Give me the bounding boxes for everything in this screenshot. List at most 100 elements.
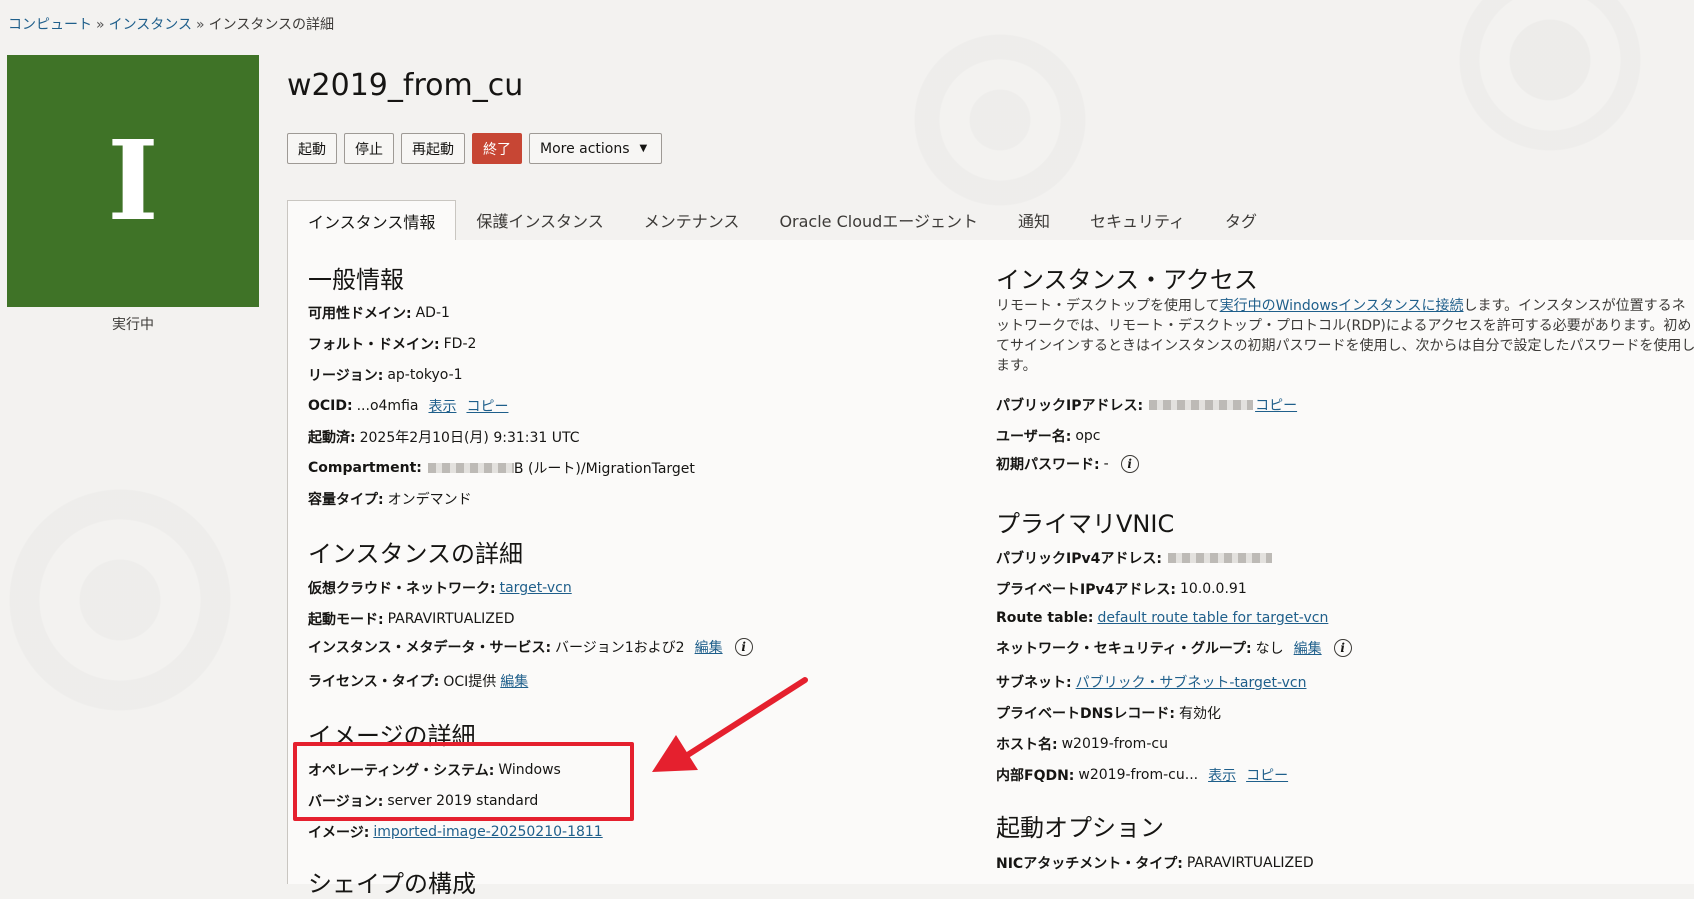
more-actions-button[interactable]: More actions ▼: [529, 133, 663, 164]
instance-avatar: I: [7, 55, 259, 307]
hostname-row: ホスト名: w2019-from-cu: [996, 734, 1168, 754]
label: 起動済:: [308, 430, 356, 446]
ocid-row: OCID: ...o4mfia 表示 コピー: [308, 396, 508, 416]
route-table-link[interactable]: default route table for target-vcn: [1097, 610, 1328, 626]
subnet-link[interactable]: パブリック・サブネット-target-vcn: [1076, 672, 1307, 692]
redacted-value: [1149, 400, 1254, 410]
value: ...o4mfia: [356, 398, 419, 414]
label: 初期パスワード:: [996, 457, 1100, 473]
image-row: イメージ: imported-image-20250210-1811: [308, 822, 603, 842]
value: -: [1103, 456, 1109, 472]
description-text: リモート・デスクトップを使用して: [996, 298, 1220, 314]
show-ocid-link[interactable]: 表示: [428, 396, 456, 416]
breadcrumb-instances[interactable]: インスタンス: [109, 17, 192, 33]
value: 2025年2月10日(月) 9:31:31 UTC: [359, 430, 580, 446]
label: 可用性ドメイン:: [308, 306, 412, 322]
caret-down-icon: ▼: [639, 143, 648, 154]
label: パブリックIPv4アドレス:: [996, 551, 1162, 567]
info-icon[interactable]: i: [734, 638, 753, 656]
redacted-value: [1167, 553, 1272, 563]
label: イメージ:: [308, 825, 370, 841]
launched-row: 起動済: 2025年2月10日(月) 9:31:31 UTC: [308, 427, 580, 447]
vcn-row: 仮想クラウド・ネットワーク: target-vcn: [308, 578, 572, 598]
value: B (ルート)/MigrationTarget: [513, 461, 695, 477]
value: PARAVIRTUALIZED: [387, 611, 515, 627]
show-fqdn-link[interactable]: 表示: [1208, 765, 1236, 785]
region-row: リージョン: ap-tokyo-1: [308, 365, 463, 385]
value: w2019-from-cu...: [1078, 767, 1199, 783]
label: サブネット:: [996, 675, 1072, 691]
label: 容量タイプ:: [308, 492, 384, 508]
action-toolbar: 起動 停止 再起動 終了 More actions ▼: [287, 133, 663, 164]
edit-license-link[interactable]: 編集: [500, 671, 528, 691]
label: Route table:: [996, 610, 1094, 626]
tab-instance-info[interactable]: インスタンス情報: [287, 200, 457, 241]
label: 内部FQDN:: [996, 768, 1075, 784]
avatar-letter: I: [107, 116, 159, 245]
terminate-button[interactable]: 終了: [472, 133, 522, 164]
label: NICアタッチメント・タイプ:: [996, 856, 1183, 872]
image-link[interactable]: imported-image-20250210-1811: [373, 824, 602, 840]
value: オンデマンド: [387, 492, 472, 508]
availability-domain-row: 可用性ドメイン: AD-1: [308, 303, 450, 323]
value: バージョン1および2: [555, 640, 685, 656]
tab-tags[interactable]: タグ: [1205, 200, 1277, 240]
breadcrumb-separator: »: [96, 17, 105, 33]
breadcrumb-separator: »: [196, 17, 205, 33]
info-icon[interactable]: i: [1120, 455, 1139, 473]
public-ipv4-row: パブリックIPv4アドレス:: [996, 548, 1272, 568]
nsg-row: ネットワーク・セキュリティ・グループ: なし 編集 i: [996, 638, 1352, 658]
nic-attachment-row: NICアタッチメント・タイプ: PARAVIRTUALIZED: [996, 853, 1314, 873]
value: PARAVIRTUALIZED: [1186, 855, 1314, 871]
copy-public-ip-link[interactable]: コピー: [1255, 395, 1297, 415]
stop-button[interactable]: 停止: [344, 133, 394, 164]
breadcrumb-current: インスタンスの詳細: [208, 17, 335, 33]
label: ホスト名:: [996, 737, 1058, 753]
tab-protected-instance[interactable]: 保護インスタンス: [456, 200, 623, 240]
breadcrumb-compute[interactable]: コンピュート: [8, 17, 92, 33]
label: インスタンス・メタデータ・サービス:: [308, 640, 552, 656]
instance-details-heading: インスタンスの詳細: [308, 540, 524, 568]
instance-status: 実行中: [112, 317, 154, 333]
compartment-row: Compartment: B (ルート)/MigrationTarget: [308, 458, 695, 478]
tab-bar: インスタンス情報 保護インスタンス メンテナンス Oracle Cloudエージ…: [287, 200, 1694, 241]
license-type-row: ライセンス・タイプ: OCI提供 編集: [308, 671, 528, 691]
vcn-link[interactable]: target-vcn: [500, 580, 572, 596]
instance-access-description: リモート・デスクトップを使用して実行中のWindowsインスタンスに接続します。…: [996, 296, 1694, 376]
route-table-row: Route table: default route table for targ…: [996, 610, 1328, 626]
label: Compartment:: [308, 460, 422, 476]
copy-ocid-link[interactable]: コピー: [466, 396, 508, 416]
capacity-type-row: 容量タイプ: オンデマンド: [308, 489, 472, 509]
breadcrumb: コンピュート» インスタンス» インスタンスの詳細: [8, 14, 334, 34]
shape-config-heading: シェイプの構成: [308, 870, 476, 898]
launch-options-heading: 起動オプション: [996, 814, 1164, 842]
copy-fqdn-link[interactable]: コピー: [1246, 765, 1288, 785]
label: パブリックIPアドレス:: [996, 398, 1144, 414]
connect-windows-link[interactable]: 実行中のWindowsインスタンスに接続: [1220, 298, 1464, 314]
annotation-highlight-box: [293, 742, 634, 821]
metadata-service-row: インスタンス・メタデータ・サービス: バージョン1および2 編集 i: [308, 637, 753, 657]
value: ap-tokyo-1: [387, 367, 463, 383]
instance-access-heading: インスタンス・アクセス: [996, 266, 1258, 294]
value: 有効化: [1179, 706, 1222, 722]
label: 仮想クラウド・ネットワーク:: [308, 581, 496, 597]
tab-oracle-cloud-agent[interactable]: Oracle Cloudエージェント: [759, 200, 998, 240]
launch-mode-row: 起動モード: PARAVIRTUALIZED: [308, 609, 515, 629]
internal-fqdn-row: 内部FQDN: w2019-from-cu... 表示 コピー: [996, 765, 1288, 785]
tab-security[interactable]: セキュリティ: [1070, 200, 1205, 240]
reboot-button[interactable]: 再起動: [401, 133, 465, 164]
tab-maintenance[interactable]: メンテナンス: [624, 200, 760, 240]
edit-nsg-link[interactable]: 編集: [1294, 638, 1322, 658]
value: opc: [1075, 428, 1101, 444]
general-info-heading: 一般情報: [308, 266, 404, 294]
label: リージョン:: [308, 368, 384, 384]
label: ネットワーク・セキュリティ・グループ:: [996, 641, 1252, 657]
subnet-row: サブネット: パブリック・サブネット-target-vcn: [996, 672, 1306, 692]
tab-notifications[interactable]: 通知: [998, 200, 1070, 240]
private-ipv4-row: プライベートIPv4アドレス: 10.0.0.91: [996, 579, 1247, 599]
edit-metadata-link[interactable]: 編集: [695, 637, 723, 657]
username-row: ユーザー名: opc: [996, 426, 1100, 446]
value: FD-2: [443, 336, 477, 352]
start-button[interactable]: 起動: [287, 133, 337, 164]
info-icon[interactable]: i: [1333, 639, 1352, 657]
